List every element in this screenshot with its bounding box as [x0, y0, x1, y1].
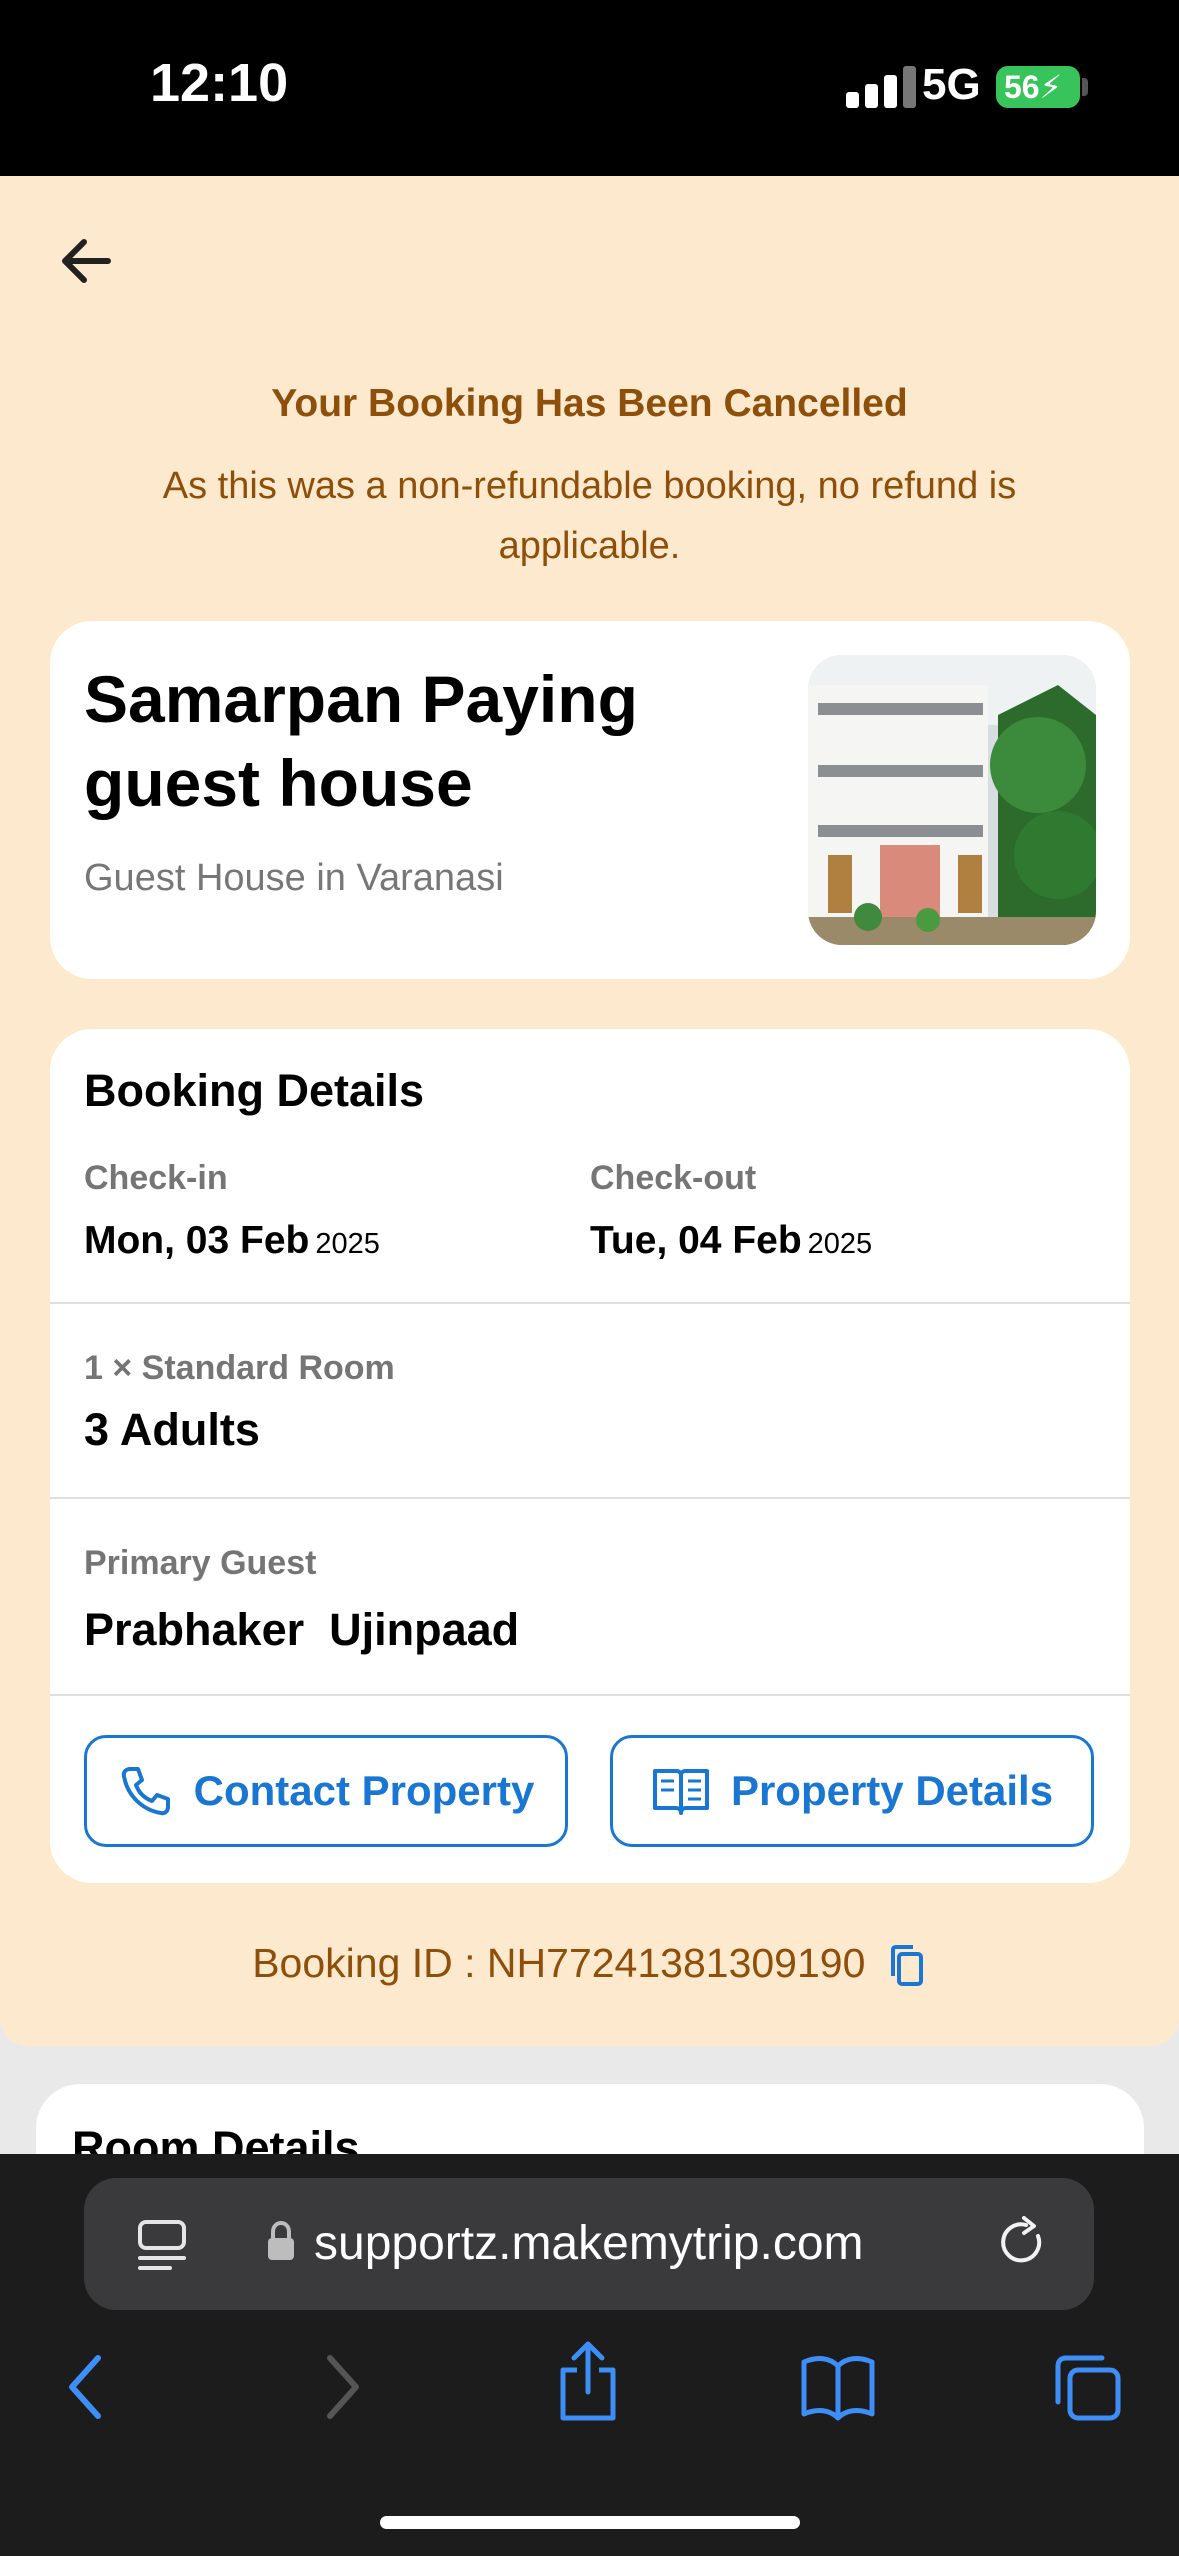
signal-icon — [846, 66, 918, 108]
bookmarks-icon[interactable] — [800, 2352, 876, 2422]
property-type: Guest House in Varanasi — [84, 857, 504, 899]
divider — [50, 1497, 1130, 1499]
booking-id-text: Booking ID : NH77241381309190 — [252, 1940, 866, 1986]
forward-nav-icon[interactable] — [320, 2352, 364, 2422]
status-bar: 12:10 5G 56⚡ — [0, 0, 1179, 176]
booking-details-title: Booking Details — [84, 1065, 425, 1116]
property-card[interactable]: Samarpan Paying guest house Guest House … — [50, 621, 1130, 979]
tabs-icon[interactable] — [1052, 2352, 1124, 2424]
primary-guest-label: Primary Guest — [84, 1544, 317, 1582]
property-details-button[interactable]: Property Details — [610, 1735, 1094, 1847]
home-indicator — [380, 2516, 800, 2529]
checkout-label: Check-out — [590, 1159, 757, 1197]
back-arrow-icon[interactable] — [52, 226, 122, 296]
cancel-title: Your Booking Has Been Cancelled — [271, 382, 908, 425]
divider — [50, 1694, 1130, 1696]
reload-icon[interactable] — [998, 2216, 1050, 2270]
checkin-date: Mon, 03 Feb 2025 — [84, 1219, 380, 1263]
cancel-message: As this was a non-refundable booking, no… — [162, 465, 1017, 567]
share-icon[interactable] — [555, 2340, 621, 2424]
checkin-year: 2025 — [315, 1228, 380, 1260]
guest-count: 3 Adults — [84, 1404, 260, 1455]
divider — [50, 1302, 1130, 1304]
booking-details-card: Booking Details Check-in Mon, 03 Feb 2025… — [50, 1029, 1130, 1883]
contact-property-button[interactable]: Contact Property — [84, 1735, 568, 1847]
browser-toolbar: supportz.makemytrip.com — [0, 2154, 1179, 2556]
checkout-date-text: Tue, 04 Feb — [590, 1219, 802, 1262]
checkout-date: Tue, 04 Feb 2025 — [590, 1219, 872, 1263]
back-nav-icon[interactable] — [64, 2352, 108, 2422]
primary-guest-name: Prabhaker Ujinpaad — [84, 1604, 520, 1655]
checkin-label: Check-in — [84, 1159, 228, 1197]
contact-property-label: Contact Property — [193, 1767, 535, 1814]
checkout-year: 2025 — [807, 1228, 873, 1260]
booking-summary: Your Booking Has Been Cancelled As this … — [0, 176, 1179, 2046]
book-icon — [652, 1769, 709, 1815]
booking-id: Booking ID : NH77241381309190 — [0, 1940, 1179, 1988]
url-text: supportz.makemytrip.com — [314, 2217, 864, 2270]
network-label: 5G — [922, 60, 981, 109]
phone-icon — [121, 1767, 170, 1816]
battery-tip — [1082, 78, 1088, 96]
page-menu-icon[interactable] — [136, 2218, 188, 2274]
address-bar[interactable]: supportz.makemytrip.com — [84, 2178, 1094, 2310]
property-photo — [808, 655, 1096, 945]
copy-icon[interactable] — [887, 1944, 927, 1988]
property-details-label: Property Details — [730, 1767, 1054, 1814]
room-type-label: 1 × Standard Room — [84, 1349, 395, 1387]
status-time: 12:10 — [150, 53, 289, 113]
property-name: Samarpan Paying guest house — [84, 662, 638, 820]
lock-icon — [268, 2220, 294, 2260]
battery-icon: 56⚡ — [996, 66, 1080, 108]
battery-level: 56 — [1004, 69, 1040, 105]
checkin-date-text: Mon, 03 Feb — [84, 1219, 310, 1262]
